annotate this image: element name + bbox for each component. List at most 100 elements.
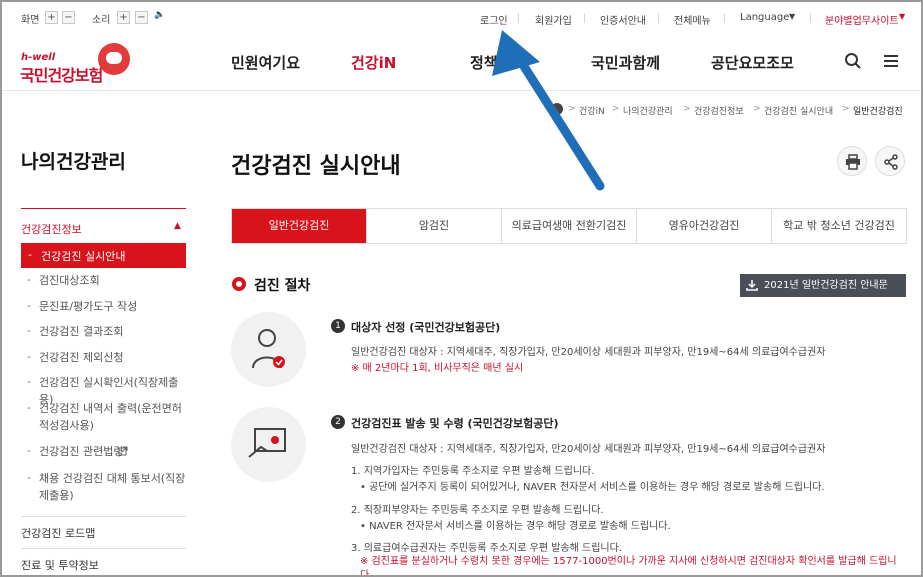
dash-icon: - [27,444,31,457]
sidebar-item[interactable]: 건강검진 결과조회 [39,323,187,340]
step-text: • 공단에 실거주지 등록이 되어있거나, NAVER 전자문서 서비스를 이용… [360,482,825,493]
step-2-illustration [231,407,306,482]
certificate-guide-link[interactable]: 인증서안내 [600,12,646,27]
utility-bar: 화면 + − 소리 + − 🔈 로그인 회원가입 인증서안내 전체메뉴 Lang… [2,2,921,34]
tab-lifetime-transition[interactable]: 의료급여생애 전환기검진 [501,209,636,243]
breadcrumb-item[interactable]: 건강검진 실시안내 [764,104,833,117]
chevron-up-icon: ▲ [174,221,181,231]
search-icon[interactable] [844,52,862,70]
step-note: ※ 매 2년마다 1회, 비사무직은 매년 실시 [351,363,524,374]
step-text: 일반건강검진 대상자 : 지역세대주, 직장가입자, 만20세이상 세대원과 피… [351,347,826,358]
step-number: 2 [331,415,345,429]
full-menu-link[interactable]: 전체메뉴 [674,12,711,27]
chevron-down-icon: ▼ [789,12,796,21]
breadcrumb-separator: > [753,104,761,114]
login-link[interactable]: 로그인 [480,12,508,27]
step-text: 일반건강검진 대상자 : 지역세대주, 직장가입자, 만20세이상 세대원과 피… [351,444,826,455]
tab-infant-checkup[interactable]: 영유아건강검진 [636,209,771,243]
screen-zoom-out-button[interactable]: − [62,11,75,24]
divider [518,13,519,23]
step-title: 건강검진표 발송 및 수령 (국민건강보험공단) [351,417,559,430]
step-number: 1 [331,319,345,333]
dash-icon: - [27,375,31,388]
sidebar-item-label: 건강검진 실시안내 [41,250,126,263]
gnb-civil-service[interactable]: 민원여기요 [231,52,300,73]
sidebar-item[interactable]: 채용 건강검진 대체 통보서(직장제출용) [39,470,187,504]
sidebar-item[interactable]: 건강검진 제외신청 [39,349,187,366]
divider [658,13,659,23]
header-divider [2,90,921,91]
download-icon [746,280,758,291]
breadcrumb-current: 일반건강검진 [853,107,903,117]
sidebar-item-active[interactable]: - 건강검진 실시안내 [21,243,186,268]
sidebar-item[interactable]: 검진대상조회 [39,272,187,289]
sound-label: 소리 [92,15,111,26]
sidebar-divider [21,548,186,549]
section-title: 검진 절차 [254,278,311,294]
signup-link[interactable]: 회원가입 [535,12,572,27]
speaker-icon[interactable]: 🔈 [154,10,166,24]
sidebar-section-health-checkup[interactable]: 건강검진정보 [21,221,82,237]
tab-out-of-school-youth[interactable]: 학교 밖 청소년 건강검진 [771,209,906,243]
step-text: 1. 지역가입자는 주민등록 주소지로 우편 발송해 드립니다. [351,466,595,477]
breadcrumb-item[interactable]: 나의건강관리 [623,104,673,117]
gnb-health-in[interactable]: 건강iN [351,52,396,73]
sidebar-item[interactable]: 건강검진 관련법령 [39,443,187,460]
business-sites-select[interactable]: 분야별업무사이트 [825,12,899,27]
logo-mark-icon[interactable] [98,43,130,75]
document-receive-icon [248,428,286,458]
sidebar-item[interactable]: 건강검진 내역서 출력(운전면허적성검사용) [39,400,187,434]
language-select[interactable]: Language [740,12,789,23]
person-check-icon [252,329,285,369]
step-text: 3. 의료급여수급권자는 주민등록 주소지로 우편 발송해 드립니다. [351,543,622,554]
hamburger-menu-icon[interactable] [882,52,900,70]
dash-icon: - [27,350,31,363]
breadcrumb-item[interactable]: 건강iN [579,104,605,117]
gnb-about[interactable]: 공단요모조모 [711,52,794,73]
gnb-with-public[interactable]: 국민과함께 [591,52,660,73]
logo-text[interactable]: 국민건강보험 [20,62,103,86]
dash-icon: - [27,299,31,312]
step-1-illustration [231,312,306,387]
section-bullet-icon [232,277,246,291]
tab-general-checkup[interactable]: 일반건강검진 [232,209,366,243]
dash-icon: - [28,248,32,261]
dash-icon: - [27,324,31,337]
dash-icon: - [27,273,31,286]
breadcrumb-separator: > [612,104,620,114]
screen-zoom-in-button[interactable]: + [45,11,58,24]
breadcrumb-separator: > [568,104,576,114]
share-icon [884,154,898,170]
dash-icon: - [27,471,31,484]
step-text: • NAVER 전자문서 서비스를 이용하는 경우 해당 경로로 발송해 드립니… [360,521,671,532]
sidebar-title: 나의건강관리 [21,151,126,173]
step-title: 대상자 선정 (국민건강보험공단) [351,321,501,334]
gnb-policy-center[interactable]: 정책센터 [470,52,525,73]
step-note: ※ 검진표를 분실하거나 수령치 못한 경우에는 1577-1000번이나 가까… [360,556,897,577]
browser-viewport: 화면 + − 소리 + − 🔈 로그인 회원가입 인증서안내 전체메뉴 Lang… [0,0,923,577]
checkup-type-tabs: 일반건강검진 암검진 의료급여생애 전환기검진 영유아건강검진 학교 밖 청소년… [231,208,907,244]
breadcrumb-separator: > [683,104,691,114]
share-button[interactable] [875,146,905,176]
sidebar-divider [21,516,186,517]
tab-cancer-screening[interactable]: 암검진 [366,209,501,243]
screen-size-label: 화면 [21,15,40,26]
sound-down-button[interactable]: − [135,11,148,24]
divider [584,13,585,23]
print-button[interactable] [837,146,867,176]
breadcrumb-item[interactable]: 건강검진정보 [694,104,744,117]
sidebar-item[interactable]: 문진표/평가도구 작성 [39,298,187,315]
printer-icon [846,154,860,170]
sidebar-section-treatment[interactable]: 진료 및 투약정보 [21,557,99,573]
breadcrumb-separator: > [842,104,850,114]
step-text: 2. 직장피부양자는 주민등록 주소지로 우편 발송해 드립니다. [351,505,604,516]
home-icon[interactable] [551,103,563,115]
page-title: 건강검진 실시안내 [231,154,401,179]
dash-icon: - [27,401,31,414]
sound-up-button[interactable]: + [117,11,130,24]
download-guide-button[interactable]: 2021년 일반건강검진 안내문 [740,274,906,297]
divider [810,13,811,23]
chevron-down-icon: ▼ [899,12,906,21]
sidebar-section-roadmap[interactable]: 건강검진 로드맵 [21,525,95,541]
divider [724,13,725,23]
